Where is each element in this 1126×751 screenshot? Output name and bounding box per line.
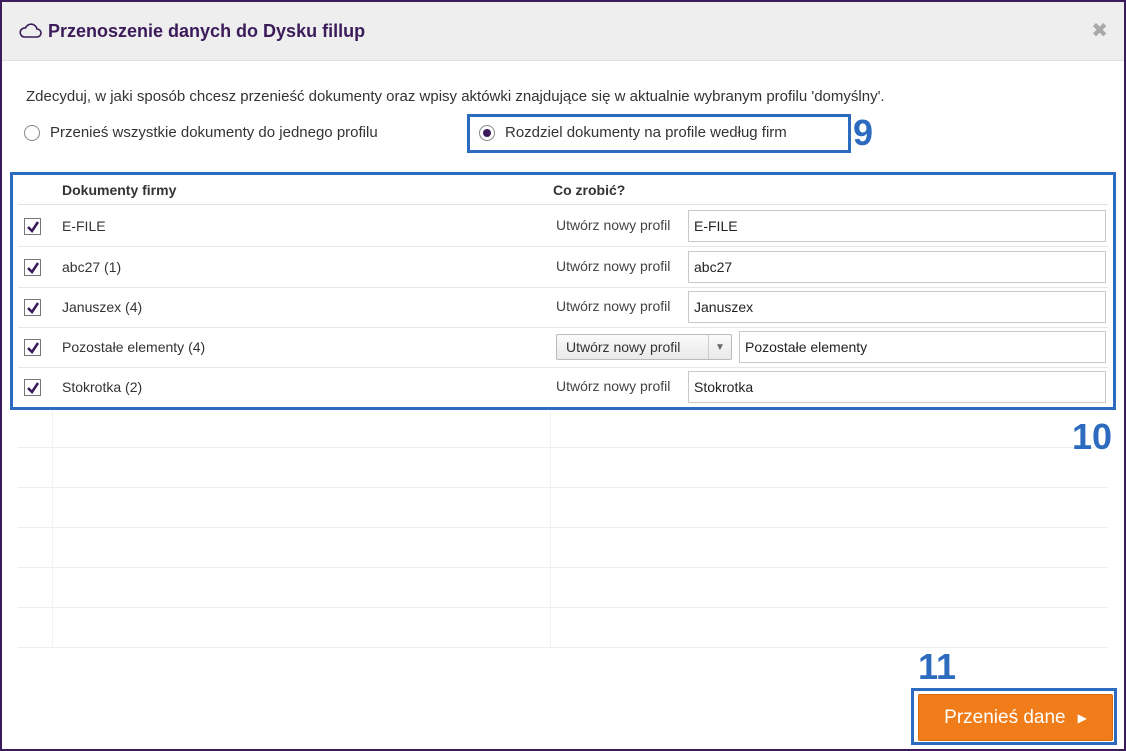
dialog-titlebar: Przenoszenie danych do Dysku fillup ✖ <box>2 2 1124 61</box>
option-label: Przenieś wszystkie dokumenty do jednego … <box>50 124 378 141</box>
dialog-title: Przenoszenie danych do Dysku fillup <box>48 21 366 41</box>
transfer-data-button[interactable]: Przenieś dane ▶ <box>918 694 1113 741</box>
empty-row <box>18 447 1108 488</box>
radio-button[interactable] <box>24 124 40 141</box>
option-single-profile[interactable]: Przenieś wszystkie dokumenty do jednego … <box>24 124 378 141</box>
empty-row <box>18 607 1108 648</box>
description-text: Zdecyduj, w jaki sposób chcesz przenieść… <box>26 88 885 105</box>
play-arrow-icon: ▶ <box>1077 710 1087 725</box>
transfer-button-label: Przenieś dane <box>944 706 1066 728</box>
cloud-icon <box>19 23 42 38</box>
empty-row <box>18 527 1108 568</box>
annotation-box-10 <box>10 172 1116 410</box>
annotation-box-9 <box>467 114 851 153</box>
empty-row <box>18 487 1108 528</box>
transfer-dialog: Przenoszenie danych do Dysku fillup ✖ Zd… <box>0 0 1126 751</box>
annotation-number-11: 11 <box>918 646 957 687</box>
annotation-number-10: 10 <box>1072 416 1113 457</box>
empty-row <box>18 407 1108 448</box>
empty-row <box>18 567 1108 608</box>
close-icon[interactable]: ✖ <box>1091 19 1108 43</box>
annotation-number-9: 9 <box>853 112 874 153</box>
